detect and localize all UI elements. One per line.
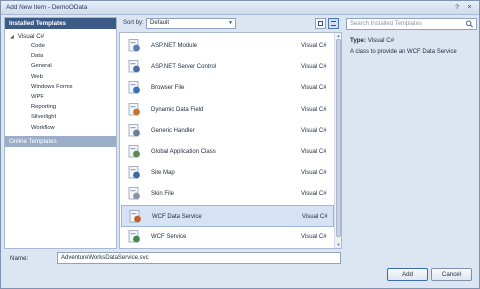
template-name: Browser File — [151, 85, 185, 92]
list-icon — [331, 21, 336, 26]
name-input-value: AdventureWorksDataService.svc — [61, 255, 149, 261]
expand-arrow-icon[interactable]: ◢ — [10, 33, 16, 41]
type-row: Type: Visual C# — [350, 37, 394, 44]
online-templates-header[interactable]: Online Templates — [5, 136, 116, 147]
tree-node-visual-csharp[interactable]: ◢ Visual C# — [10, 33, 44, 41]
tree-node-wpf[interactable]: WPF — [31, 93, 44, 101]
help-button[interactable]: ? — [452, 3, 462, 12]
template-language: Visual C# — [301, 191, 327, 198]
dynamic-data-icon — [128, 102, 140, 115]
name-label: Name: — [10, 255, 29, 262]
template-language: Visual C# — [301, 233, 327, 240]
tree-node-general[interactable]: General — [31, 62, 52, 70]
wcf-data-service-icon — [129, 209, 141, 222]
template-language: Visual C# — [301, 149, 327, 155]
tree-node-code[interactable]: Code — [31, 42, 45, 50]
window-title: Add New Item - DemoOData — [6, 4, 88, 11]
search-icon[interactable] — [465, 20, 474, 28]
template-name: Skin File — [151, 191, 175, 198]
list-view-button[interactable] — [328, 18, 339, 29]
close-button[interactable]: × — [464, 3, 475, 12]
chevron-down-icon: ▼ — [228, 20, 233, 26]
template-name: ASP.NET Module — [151, 43, 198, 49]
global-class-icon — [128, 145, 140, 158]
template-item[interactable]: Site Map Visual C# — [121, 162, 334, 184]
sort-dropdown[interactable]: Default ▼ — [146, 18, 236, 29]
scroll-up-arrow-icon[interactable]: ▲ — [336, 33, 341, 38]
template-language: Visual C# — [301, 106, 327, 113]
details-panel: Type: Visual C# A class to provide an WC… — [346, 32, 477, 249]
tree-node-reporting[interactable]: Reporting — [31, 103, 56, 111]
template-language: Visual C# — [301, 170, 327, 177]
template-tree-panel: Installed Templates ◢ Visual C# Online T… — [4, 17, 117, 249]
template-language: Visual C# — [301, 85, 327, 92]
tree-node-data[interactable]: Data — [31, 52, 43, 60]
template-language: Visual C# — [301, 64, 327, 71]
handler-icon — [128, 123, 140, 137]
template-item[interactable]: Global Application Class Visual C# — [121, 141, 334, 163]
toolbar: Sort by: Default ▼ — [119, 17, 341, 31]
search-placeholder: Search Installed Templates — [350, 21, 422, 27]
type-label: Type: — [350, 37, 367, 44]
add-button[interactable]: Add — [387, 268, 428, 281]
name-input[interactable]: AdventureWorksDataService.svc — [57, 252, 341, 264]
template-name: WCF Service — [151, 233, 187, 240]
tree-node-silverlight[interactable]: Silverlight — [31, 113, 56, 121]
scroll-thumb[interactable] — [336, 39, 341, 237]
template-item[interactable]: Browser File Visual C# — [121, 77, 334, 99]
template-name: Site Map — [151, 170, 175, 177]
tree-node-web[interactable]: Web — [31, 73, 43, 81]
template-language: Visual C# — [301, 127, 327, 134]
template-item[interactable]: Skin File Visual C# — [121, 183, 334, 205]
browser-file-icon — [128, 81, 140, 94]
wcf-service-icon — [128, 229, 140, 243]
title-bar: Add New Item - DemoOData ? × — [1, 1, 479, 15]
search-input[interactable]: Search Installed Templates — [346, 18, 477, 30]
type-value: Visual C# — [367, 37, 395, 44]
template-item[interactable]: WCF Service Visual C# — [121, 226, 334, 248]
template-description: A class to provide an WCF Data Service — [350, 49, 457, 55]
site-map-icon — [128, 166, 140, 179]
installed-templates-header[interactable]: Installed Templates — [5, 18, 116, 29]
sort-by-label: Sort by: — [123, 20, 144, 26]
template-item[interactable]: ASP.NET Module Visual C# — [121, 35, 334, 57]
template-item[interactable]: Dynamic Data Field Visual C# — [121, 99, 334, 121]
template-language: Visual C# — [301, 43, 327, 49]
template-name: ASP.NET Server Control — [151, 64, 217, 71]
template-name: Dynamic Data Field — [151, 106, 204, 113]
add-new-item-dialog: Add New Item - DemoOData ? × Installed T… — [0, 0, 480, 289]
server-control-icon — [128, 60, 140, 73]
template-name: Generic Handler — [151, 127, 195, 134]
template-item[interactable]: Generic Handler Visual C# — [121, 120, 334, 142]
template-item[interactable]: ASP.NET Server Control Visual C# — [121, 56, 334, 78]
skin-file-icon — [128, 187, 140, 200]
module-icon — [128, 39, 140, 52]
template-list: ASP.NET Module Visual C# ASP.NET Server Co… — [119, 32, 342, 249]
vertical-scrollbar[interactable]: ▲ ▼ — [334, 33, 341, 248]
template-language: Visual C# — [302, 213, 328, 220]
template-name: Global Application Class — [151, 149, 216, 155]
small-icons-view-button[interactable] — [315, 18, 326, 29]
scroll-down-arrow-icon[interactable]: ▼ — [336, 242, 341, 247]
template-name: WCF Data Service — [152, 213, 202, 220]
sort-dropdown-value: Default — [150, 20, 170, 26]
cancel-button[interactable]: Cancel — [431, 268, 472, 281]
grid-icon — [318, 21, 323, 26]
tree-node-label: Visual C# — [17, 33, 45, 40]
tree-node-workflow[interactable]: Workflow — [31, 124, 55, 132]
template-item[interactable]: WCF Data Service Visual C# — [121, 204, 334, 227]
tree-node-windows-forms[interactable]: Windows Forms — [31, 83, 73, 91]
